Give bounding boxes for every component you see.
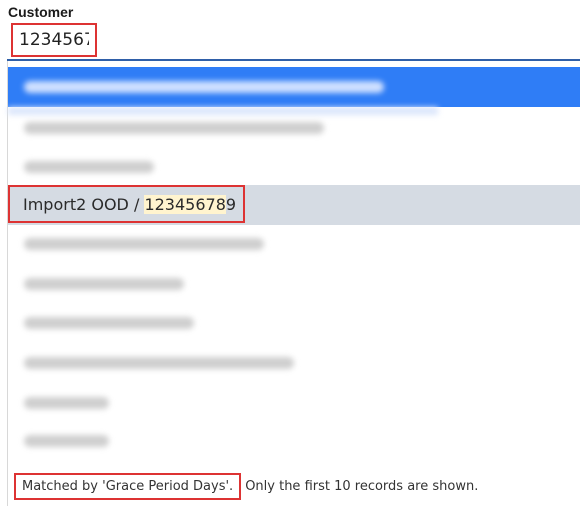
customer-dropdown-list[interactable]: Import2 OOD / 123456789 Matched by 'Grac… — [7, 61, 580, 506]
blurred-text — [24, 317, 194, 329]
blurred-text — [24, 397, 109, 409]
customer-field-label: Customer — [8, 4, 74, 20]
blurred-text — [24, 238, 264, 250]
option-text-prefix: Import2 OOD / — [23, 195, 145, 214]
blurred-text — [24, 357, 294, 369]
list-item-selected[interactable]: Import2 OOD / 123456789 — [8, 185, 580, 225]
dropdown-footer: Matched by 'Grace Period Days'. Only the … — [8, 473, 580, 503]
option-text-match: 12345678 — [144, 195, 226, 214]
customer-search-input[interactable] — [11, 23, 97, 57]
blurred-text — [24, 161, 154, 173]
matched-by-text: Matched by 'Grace Period Days'. — [14, 473, 242, 500]
customer-combobox[interactable] — [7, 21, 580, 61]
list-item[interactable] — [8, 344, 580, 382]
list-item[interactable] — [8, 225, 580, 263]
blurred-text — [24, 122, 324, 134]
list-item[interactable] — [8, 422, 580, 460]
option-text-suffix: 9 — [225, 195, 237, 214]
blurred-text — [24, 278, 184, 290]
records-limit-note: Only the first 10 records are shown. — [245, 479, 479, 494]
blurred-text — [24, 81, 384, 93]
list-item[interactable] — [8, 304, 580, 342]
list-item[interactable] — [8, 384, 580, 422]
list-item-label: Import2 OOD / 123456789 — [23, 195, 236, 214]
list-item[interactable] — [8, 109, 580, 147]
list-item[interactable] — [8, 67, 580, 115]
blurred-text — [24, 435, 109, 447]
list-item[interactable] — [8, 265, 580, 303]
list-item[interactable] — [8, 148, 580, 186]
